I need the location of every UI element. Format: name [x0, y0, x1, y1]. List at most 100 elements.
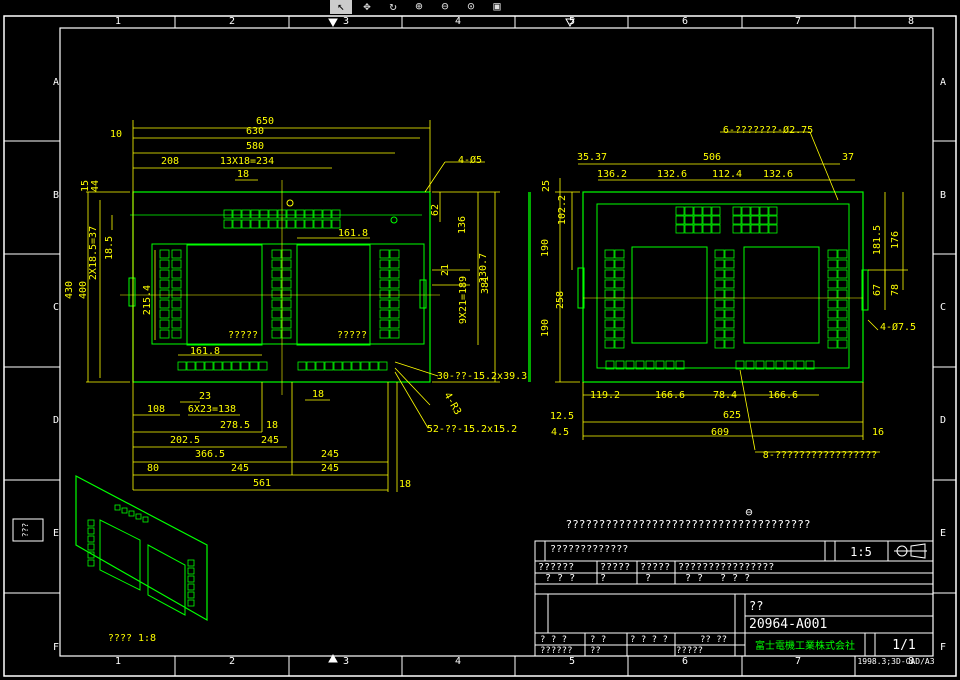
pad: [186, 361, 196, 371]
pad: [389, 279, 400, 289]
pad: [304, 219, 314, 229]
pad: [693, 224, 703, 234]
pad: [187, 567, 195, 575]
pad: [223, 209, 233, 219]
pad: [87, 543, 95, 551]
dimension-label: 12.5: [550, 411, 574, 422]
pad: [159, 299, 170, 309]
pad: [724, 339, 735, 349]
grid-row-label-left: E: [53, 528, 59, 539]
dimension-label: 161.8: [338, 228, 368, 239]
pad: [379, 319, 390, 329]
grid-col-label-top: 2: [229, 16, 235, 27]
pad: [121, 507, 128, 514]
pad: [827, 299, 838, 309]
pad: [759, 206, 769, 216]
pad: [177, 361, 187, 371]
pad: [714, 309, 725, 319]
grid-row-label-right: B: [940, 190, 946, 201]
pad: [827, 309, 838, 319]
pad: [827, 269, 838, 279]
pad: [281, 279, 292, 289]
dimension-label: 6X23=138: [188, 404, 236, 415]
pad: [171, 309, 182, 319]
dimension-label: 119.2: [590, 390, 620, 401]
pad: [827, 319, 838, 329]
pad: [159, 249, 170, 259]
inset-board-outline: [75, 475, 208, 622]
side-display-right: [743, 246, 820, 344]
dimension-label: 78: [890, 284, 901, 296]
pad: [187, 559, 195, 567]
grid-row-label-right: E: [940, 528, 946, 539]
pad: [128, 510, 135, 517]
dimension-label: 10: [110, 129, 122, 140]
note-text: ?????????????????????????????????????: [565, 518, 810, 531]
pad: [759, 215, 769, 225]
pad: [714, 279, 725, 289]
dimension-label: 136.2: [597, 169, 627, 180]
pad: [837, 279, 848, 289]
title-block-cell: ????????????????: [678, 562, 774, 573]
pad: [614, 329, 625, 339]
pad: [837, 319, 848, 329]
pad: [724, 299, 735, 309]
dimension-label: 18: [312, 389, 324, 400]
pad: [271, 329, 282, 339]
title-block-cell: ?: [600, 573, 606, 584]
dimension-label: 245: [231, 463, 249, 474]
pad: [231, 361, 241, 371]
pad: [724, 329, 735, 339]
inner-border: [59, 27, 934, 657]
pad: [379, 279, 390, 289]
pad: [768, 224, 778, 234]
pad: [604, 259, 615, 269]
cad-drawing-canvas: 1122334455667788A AB BC CD DE EF F 65010…: [3, 15, 957, 677]
pad: [159, 269, 170, 279]
dimension-label: 18: [266, 420, 278, 431]
pad: [837, 329, 848, 339]
front-board-inner: [151, 243, 425, 345]
grid-col-label-bottom: 4: [455, 656, 461, 667]
pad: [614, 289, 625, 299]
pad: [837, 309, 848, 319]
dimension-label: 190: [540, 239, 551, 257]
pad: [159, 329, 170, 339]
dimension-label: 4-Ø5: [458, 154, 482, 166]
title-block-cell: ?????: [676, 646, 703, 656]
dimension-label: 278.5: [220, 420, 250, 431]
pad: [714, 299, 725, 309]
pad: [693, 206, 703, 216]
dimension-label: 245: [321, 449, 339, 460]
pad: [159, 289, 170, 299]
pad: [281, 289, 292, 299]
pad: [837, 269, 848, 279]
pad: [389, 309, 400, 319]
dimension-label: 136: [457, 216, 468, 234]
dimension-label: 580: [246, 141, 264, 152]
front-right-slot: [419, 279, 427, 309]
grid-row-label-left: C: [53, 302, 59, 313]
front-hole-marker: [286, 199, 294, 207]
pad: [135, 513, 142, 520]
projection-symbol: [894, 543, 927, 559]
title-block-cell: ?????: [600, 562, 630, 573]
pad: [604, 299, 615, 309]
pad: [87, 559, 95, 567]
dimension-label: 23: [199, 391, 211, 402]
pad: [315, 361, 325, 371]
pad: [281, 269, 292, 279]
pad: [187, 591, 195, 599]
pad: [187, 599, 195, 607]
pad: [87, 535, 95, 543]
title-block-cell: ?????: [640, 562, 670, 573]
dimension-label: 112.4: [712, 169, 742, 180]
title-name: ??: [749, 599, 763, 613]
pad: [271, 299, 282, 309]
title-block-cell: ? ? ?: [720, 573, 750, 584]
pad: [304, 209, 314, 219]
grid-col-label-top: 7: [795, 16, 801, 27]
pad: [159, 259, 170, 269]
dimension-label: 25: [541, 180, 552, 192]
title-block-cell: ? ?: [685, 573, 703, 584]
